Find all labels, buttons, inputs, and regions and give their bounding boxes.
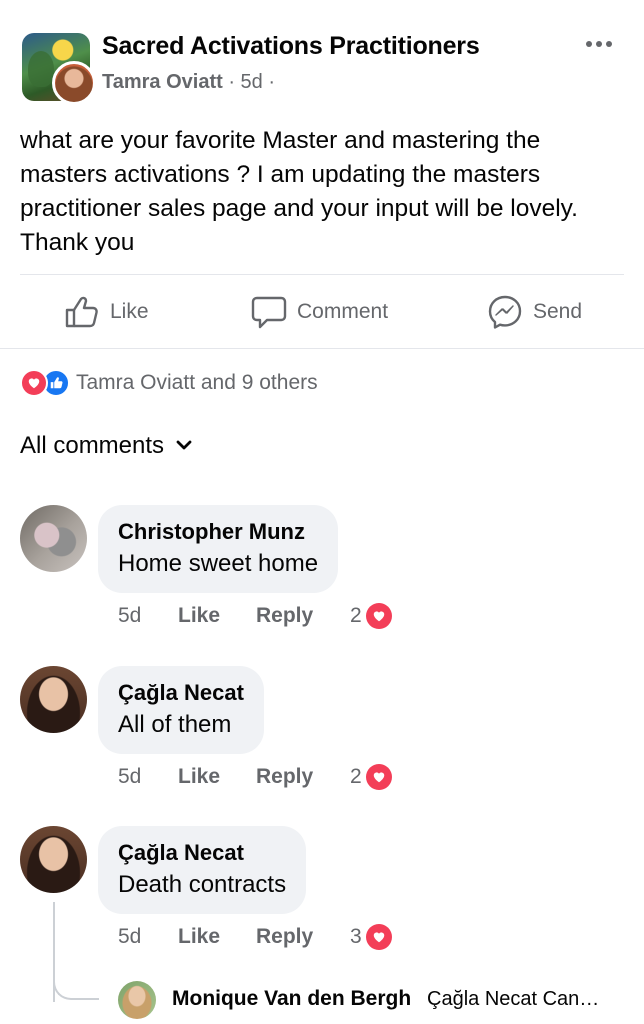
commenter-avatar[interactable] [20,505,87,572]
send-label: Send [533,300,583,323]
comment-meta: 5d Like Reply 3 [118,924,392,950]
messenger-icon [488,295,522,329]
group-avatar[interactable] [22,33,96,105]
comment-reply-button[interactable]: Reply [256,925,350,949]
comment-reply-button[interactable]: Reply [256,604,350,628]
comment-time[interactable]: 5d [118,765,178,789]
comment-reaction-count[interactable]: 3 [350,924,392,950]
reaction-count: 2 [350,765,362,788]
thumbs-up-icon [65,296,98,328]
reply-snippet: Çağla Necat Can… [427,988,600,1010]
comment-button[interactable]: Comment [251,294,388,330]
group-name[interactable]: Sacred Activations Practitioners [102,32,480,61]
comment-text: Death contracts [118,871,287,898]
chevron-down-icon [176,440,192,450]
comment-time[interactable]: 5d [118,925,178,949]
comment-reply-button[interactable]: Reply [256,765,350,789]
heart-icon [365,764,392,790]
replier-avatar[interactable] [118,981,156,1019]
comment-text: Home sweet home [118,550,319,577]
reply-thread-connector [53,970,99,1000]
comment-like-button[interactable]: Like [178,925,256,949]
reaction-count: 2 [350,604,362,627]
comment-reaction-count[interactable]: 2 [350,603,392,629]
comment-bubble[interactable]: Çağla Necat All of them [98,666,264,754]
divider [0,348,644,349]
reaction-summary[interactable]: Tamra Oviatt and 9 others [20,369,318,397]
post-action-bar: Like Comment Send [0,276,644,348]
comment-text: All of them [118,711,232,738]
heart-icon [365,924,392,950]
poster-avatar[interactable] [52,61,96,105]
comment-bubble-icon [251,296,287,329]
comment-meta: 5d Like Reply 2 [118,764,392,790]
comment-time[interactable]: 5d [118,604,178,628]
like-label: Like [110,300,149,323]
heart-icon [365,603,392,629]
commenter-avatar[interactable] [20,826,87,893]
comment-bubble[interactable]: Christopher Munz Home sweet home [98,505,339,593]
comment-bubble[interactable]: Çağla Necat Death contracts [98,826,307,914]
comment-like-button[interactable]: Like [178,765,256,789]
post-body: what are your favorite Master and master… [20,127,578,256]
comment-reaction-count[interactable]: 2 [350,764,392,790]
comment-sort-dropdown[interactable]: All comments [20,432,192,460]
reaction-count: 3 [350,925,362,948]
commenter-name[interactable]: Çağla Necat [118,678,244,708]
love-reaction-icon [20,369,48,397]
commenter-name[interactable]: Christopher Munz [118,517,318,547]
commenter-avatar[interactable] [20,666,87,733]
more-dots-icon[interactable] [584,34,614,54]
poster-name[interactable]: Tamra Oviatt [102,71,223,93]
commenter-name[interactable]: Çağla Necat [118,838,286,868]
post-meta: Tamra Oviatt · 5d · [102,71,275,94]
replier-name[interactable]: Monique Van den Bergh [172,987,411,1011]
comment-sort-label: All comments [20,432,165,459]
comment-meta: 5d Like Reply 2 [118,603,392,629]
send-button[interactable]: Send [487,294,582,330]
post-time: · 5d · [222,71,276,93]
comment-label: Comment [297,300,389,323]
reply-preview[interactable]: Monique Van den Bergh Çağla Necat Can… [118,981,628,1021]
divider [20,274,624,275]
like-button[interactable]: Like [64,294,149,330]
comment-like-button[interactable]: Like [178,604,256,628]
reaction-summary-text: Tamra Oviatt and 9 others [76,371,318,394]
post-header: Sacred Activations Practitioners Tamra O… [0,0,644,110]
